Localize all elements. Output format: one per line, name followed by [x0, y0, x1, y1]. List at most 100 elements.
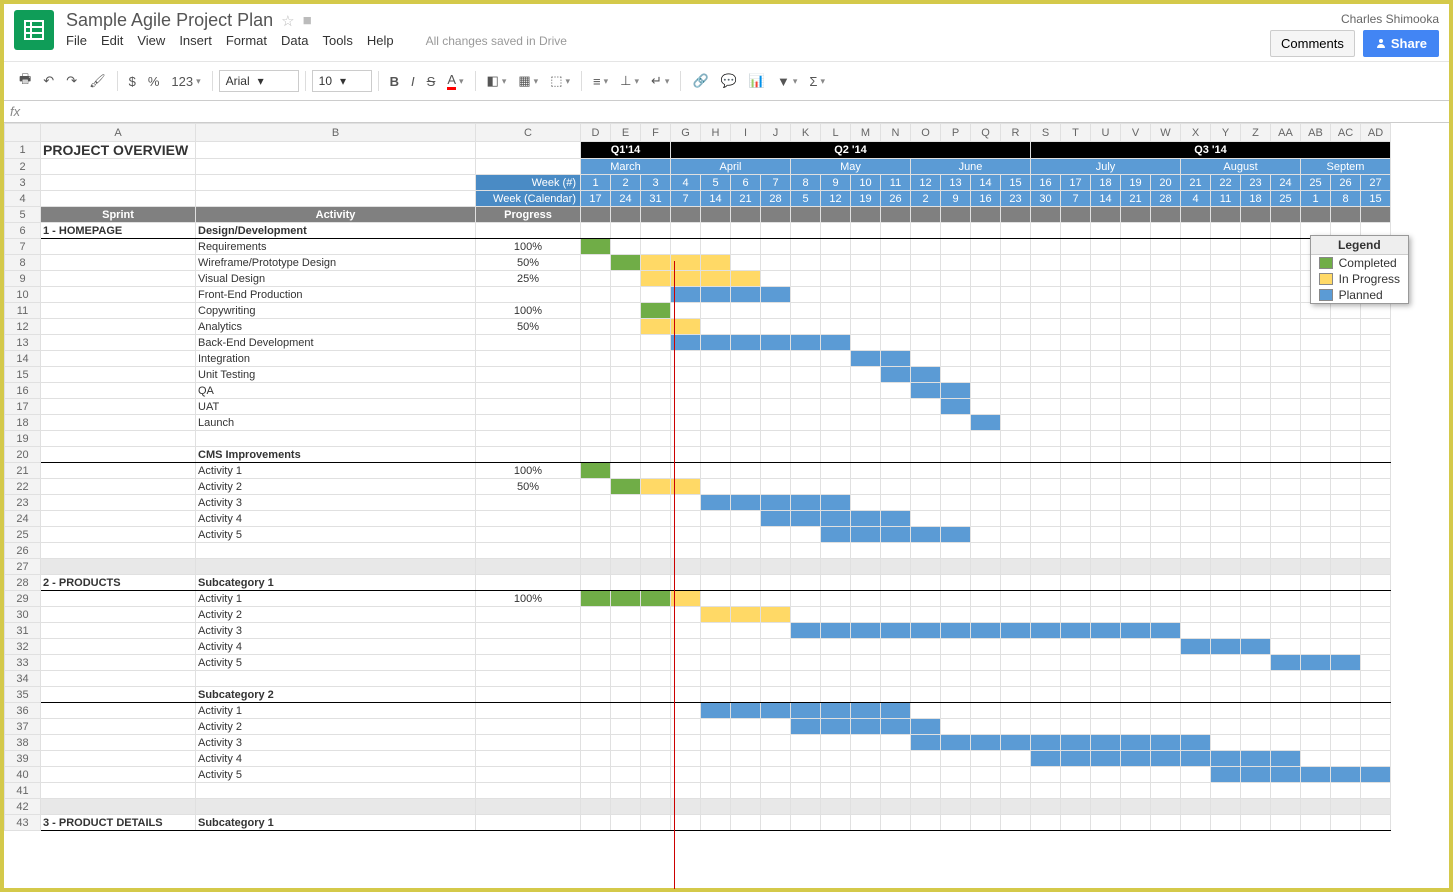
gantt-cell[interactable] [1091, 671, 1121, 687]
gantt-cell[interactable] [791, 447, 821, 463]
gantt-cell[interactable] [1031, 463, 1061, 479]
gantt-cell[interactable] [1271, 223, 1301, 239]
activity-cell[interactable] [196, 799, 476, 815]
gantt-cell[interactable] [1001, 767, 1031, 783]
gantt-cell[interactable] [1061, 591, 1091, 607]
gantt-cell[interactable] [1121, 575, 1151, 591]
gantt-cell[interactable] [1121, 623, 1151, 639]
gantt-cell[interactable] [1361, 559, 1391, 575]
gantt-cell[interactable] [1361, 719, 1391, 735]
sprint-cell[interactable] [41, 415, 196, 431]
month-header[interactable]: March [581, 159, 671, 175]
gantt-cell[interactable] [611, 543, 641, 559]
gantt-cell[interactable] [851, 255, 881, 271]
gantt-cell[interactable] [611, 463, 641, 479]
gantt-cell[interactable] [1091, 799, 1121, 815]
functions-icon[interactable]: Σ [804, 70, 830, 93]
gantt-cell[interactable] [1001, 703, 1031, 719]
gantt-cell[interactable] [761, 687, 791, 703]
gantt-cell[interactable] [851, 751, 881, 767]
gantt-cell[interactable] [641, 415, 671, 431]
gantt-cell[interactable] [1211, 479, 1241, 495]
gantt-cell[interactable] [1241, 367, 1271, 383]
gantt-cell[interactable] [1151, 751, 1181, 767]
gantt-cell[interactable] [581, 655, 611, 671]
gantt-cell[interactable] [911, 351, 941, 367]
gantt-cell[interactable] [671, 735, 701, 751]
gantt-cell[interactable] [1361, 767, 1391, 783]
gantt-cell[interactable] [1211, 607, 1241, 623]
wrap-icon[interactable]: ↵ [646, 69, 674, 93]
gantt-cell[interactable] [1271, 815, 1301, 831]
gantt-cell[interactable] [1181, 239, 1211, 255]
gantt-cell[interactable] [1001, 799, 1031, 815]
gantt-cell[interactable] [1211, 815, 1241, 831]
gantt-cell[interactable] [1031, 559, 1061, 575]
sprint-cell[interactable] [41, 303, 196, 319]
gantt-cell[interactable] [971, 447, 1001, 463]
gantt-cell[interactable] [851, 815, 881, 831]
gantt-cell[interactable] [1361, 335, 1391, 351]
gantt-cell[interactable] [1091, 607, 1121, 623]
gantt-cell[interactable] [581, 431, 611, 447]
gantt-cell[interactable] [611, 623, 641, 639]
gantt-cell[interactable] [671, 799, 701, 815]
gantt-cell[interactable] [1241, 511, 1271, 527]
month-header[interactable]: Septem [1301, 159, 1391, 175]
gantt-cell[interactable] [1331, 447, 1361, 463]
gantt-cell[interactable] [1061, 799, 1091, 815]
gantt-cell[interactable] [851, 287, 881, 303]
gantt-cell[interactable] [1091, 719, 1121, 735]
progress-cell[interactable]: 100% [476, 239, 581, 255]
gantt-cell[interactable] [1271, 671, 1301, 687]
gantt-cell[interactable] [1001, 543, 1031, 559]
gantt-cell[interactable] [1061, 303, 1091, 319]
gantt-cell[interactable] [671, 543, 701, 559]
gantt-cell[interactable] [1151, 367, 1181, 383]
gantt-cell[interactable] [761, 479, 791, 495]
gantt-cell[interactable] [1121, 655, 1151, 671]
gantt-cell[interactable] [701, 767, 731, 783]
gantt-cell[interactable] [971, 287, 1001, 303]
gantt-cell[interactable] [791, 799, 821, 815]
gantt-cell[interactable] [1001, 559, 1031, 575]
gantt-cell[interactable] [1181, 767, 1211, 783]
gantt-cell[interactable] [641, 687, 671, 703]
gantt-cell[interactable] [1271, 495, 1301, 511]
gantt-cell[interactable] [941, 639, 971, 655]
gantt-cell[interactable] [971, 671, 1001, 687]
gantt-cell[interactable] [641, 383, 671, 399]
gantt-cell[interactable] [1211, 783, 1241, 799]
progress-cell[interactable]: 100% [476, 463, 581, 479]
gantt-cell[interactable] [1301, 447, 1331, 463]
gantt-cell[interactable] [641, 719, 671, 735]
gantt-cell[interactable] [1121, 735, 1151, 751]
gantt-cell[interactable] [761, 815, 791, 831]
gantt-cell[interactable] [1001, 415, 1031, 431]
gantt-cell[interactable] [581, 447, 611, 463]
gantt-cell[interactable] [791, 767, 821, 783]
activity-cell[interactable]: Design/Development [196, 223, 476, 239]
gantt-cell[interactable] [941, 815, 971, 831]
gantt-cell[interactable] [701, 623, 731, 639]
gantt-cell[interactable] [671, 367, 701, 383]
month-header[interactable]: May [791, 159, 911, 175]
gantt-cell[interactable] [1271, 479, 1301, 495]
gantt-cell[interactable] [911, 303, 941, 319]
gantt-cell[interactable] [1271, 575, 1301, 591]
gantt-cell[interactable] [1121, 479, 1151, 495]
activity-cell[interactable]: Activity 5 [196, 767, 476, 783]
gantt-cell[interactable] [1061, 783, 1091, 799]
gantt-cell[interactable] [911, 607, 941, 623]
gantt-cell[interactable] [971, 639, 1001, 655]
gantt-cell[interactable] [941, 767, 971, 783]
gantt-cell[interactable] [731, 463, 761, 479]
activity-cell[interactable]: Activity 1 [196, 591, 476, 607]
gantt-cell[interactable] [1181, 479, 1211, 495]
gantt-cell[interactable] [581, 351, 611, 367]
gantt-cell[interactable] [1031, 591, 1061, 607]
gantt-cell[interactable] [1181, 671, 1211, 687]
gantt-cell[interactable] [1211, 383, 1241, 399]
gantt-cell[interactable] [1301, 751, 1331, 767]
progress-cell[interactable] [476, 287, 581, 303]
